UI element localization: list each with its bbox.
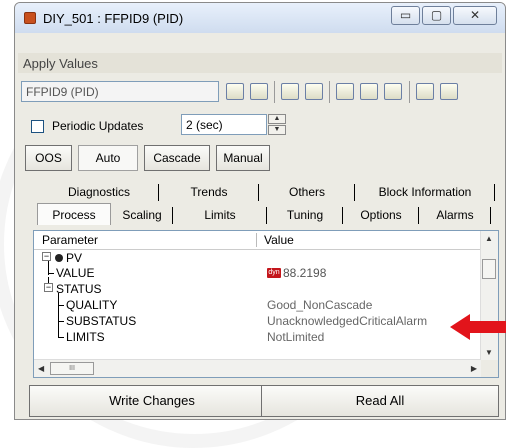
glasses-icon[interactable] bbox=[305, 83, 323, 100]
minimize-button[interactable]: ▭ bbox=[391, 6, 420, 25]
tree-row-value[interactable]: VALUE dyn 88.2198 bbox=[34, 261, 474, 281]
tree-label: QUALITY bbox=[66, 298, 118, 312]
detail-view-icon[interactable] bbox=[440, 83, 458, 100]
toolbar-separator bbox=[329, 81, 330, 103]
tab-limits[interactable]: Limits bbox=[173, 204, 267, 226]
horizontal-scroll-thumb[interactable]: III bbox=[50, 362, 94, 375]
block-tag-field[interactable]: FFPID9 (PID) bbox=[21, 81, 219, 102]
block-icon bbox=[24, 12, 36, 24]
tree-row-limits[interactable]: LIMITS NotLimited bbox=[34, 329, 474, 345]
tab-label: Trends bbox=[190, 185, 228, 199]
vertical-scrollbar[interactable]: ▲ ▼ bbox=[480, 231, 498, 360]
vertical-scroll-thumb[interactable] bbox=[482, 259, 496, 279]
read-all-button[interactable]: Read All bbox=[261, 385, 499, 417]
value-column-header[interactable]: Value bbox=[264, 233, 294, 247]
scroll-up-icon[interactable]: ▲ bbox=[485, 234, 493, 243]
tree-label: LIMITS bbox=[66, 330, 105, 344]
parameter-dot-icon bbox=[55, 254, 63, 262]
tree-row-quality[interactable]: QUALITY Good_NonCascade bbox=[34, 293, 474, 337]
tree-label: STATUS bbox=[56, 282, 102, 296]
tab-trends[interactable]: Trends bbox=[159, 181, 259, 203]
menu-bar: Apply Values bbox=[18, 53, 502, 73]
tree-icon[interactable] bbox=[281, 83, 299, 100]
tab-label: Block Information bbox=[378, 185, 472, 199]
tab-block-information[interactable]: Block Information bbox=[355, 181, 495, 203]
close-button[interactable]: ✕ bbox=[453, 6, 497, 25]
cell-value: UnacknowledgedCriticalAlarm bbox=[267, 314, 428, 328]
stepper-up-icon[interactable]: ▲ bbox=[268, 114, 286, 124]
tab-scaling[interactable]: Scaling bbox=[111, 204, 173, 226]
dots-icon[interactable] bbox=[384, 83, 402, 100]
cell-value: Good_NonCascade bbox=[267, 298, 373, 312]
column-divider[interactable] bbox=[256, 233, 257, 247]
interval-stepper[interactable]: ▲ ▼ bbox=[268, 114, 286, 135]
scroll-left-icon[interactable]: ◀ bbox=[38, 364, 44, 373]
tab-label: Limits bbox=[204, 208, 236, 222]
cell-value: 88.2198 bbox=[283, 266, 327, 280]
arrow-shape bbox=[450, 314, 506, 340]
parameter-column-header[interactable]: Parameter bbox=[42, 233, 98, 247]
toolbar-separator bbox=[274, 81, 275, 103]
interval-input[interactable]: 2 (sec) bbox=[181, 114, 267, 135]
horizontal-scrollbar[interactable]: ◀ III ▶ bbox=[34, 359, 481, 377]
block-icon[interactable] bbox=[226, 83, 244, 100]
list-view-icon[interactable] bbox=[416, 83, 434, 100]
block-edit-icon[interactable] bbox=[250, 83, 268, 100]
tab-diagnostics[interactable]: Diagnostics bbox=[39, 181, 159, 203]
scroll-corner bbox=[481, 360, 498, 377]
tab-label: Options bbox=[360, 208, 402, 222]
tab-process[interactable]: Process bbox=[37, 203, 111, 225]
tree-row-pv[interactable]: − PV bbox=[34, 250, 474, 266]
collapse-icon[interactable]: − bbox=[44, 283, 53, 292]
tab-others[interactable]: Others bbox=[259, 181, 355, 203]
tab-options[interactable]: Options bbox=[343, 204, 419, 226]
apply-values-menu[interactable]: Apply Values bbox=[23, 56, 98, 71]
title-bar[interactable]: DIY_501 : FFPID9 (PID) ▭ ▢ ✕ bbox=[15, 3, 505, 33]
chart-icon[interactable] bbox=[336, 83, 354, 100]
stepper-down-icon[interactable]: ▼ bbox=[268, 125, 286, 135]
tab-label: Scaling bbox=[122, 208, 162, 222]
periodic-updates-checkbox[interactable] bbox=[31, 120, 44, 133]
pid-block-window: DIY_501 : FFPID9 (PID) ▭ ▢ ✕ Apply Value… bbox=[14, 2, 506, 420]
periodic-updates-label: Periodic Updates bbox=[52, 119, 144, 133]
manual-button[interactable]: Manual bbox=[216, 145, 270, 171]
dynamic-value-icon: dyn bbox=[267, 268, 281, 278]
oos-button[interactable]: OOS bbox=[25, 145, 72, 171]
tab-label: Diagnostics bbox=[67, 185, 131, 199]
tree-label: VALUE bbox=[56, 266, 95, 280]
tab-label: Others bbox=[288, 185, 325, 199]
parameter-grid: Parameter Value − PV VALUE dyn 88.2198 −… bbox=[33, 230, 499, 378]
tree-row-status[interactable]: − STATUS bbox=[34, 277, 474, 297]
cell-value: NotLimited bbox=[267, 330, 325, 344]
tab-alarms[interactable]: Alarms bbox=[419, 204, 491, 226]
tab-tuning[interactable]: Tuning bbox=[267, 204, 343, 226]
tree-label: PV bbox=[66, 251, 83, 265]
collapse-icon[interactable]: − bbox=[42, 252, 51, 261]
scroll-down-icon[interactable]: ▼ bbox=[485, 348, 493, 357]
maximize-button[interactable]: ▢ bbox=[422, 6, 451, 25]
highlight-arrow-icon bbox=[450, 314, 506, 340]
auto-button[interactable]: Auto bbox=[78, 145, 138, 171]
cascade-button[interactable]: Cascade bbox=[144, 145, 210, 171]
grid-header: Parameter Value bbox=[34, 231, 481, 250]
tab-label: Tuning bbox=[286, 208, 324, 222]
tree-row-substatus[interactable]: SUBSTATUS UnacknowledgedCriticalAlarm bbox=[34, 313, 474, 329]
tab-label: Process bbox=[52, 208, 96, 222]
network-icon[interactable] bbox=[360, 83, 378, 100]
scroll-right-icon[interactable]: ▶ bbox=[471, 364, 477, 373]
tree-label: SUBSTATUS bbox=[66, 314, 137, 328]
window-title: DIY_501 : FFPID9 (PID) bbox=[43, 11, 184, 26]
write-changes-button[interactable]: Write Changes bbox=[29, 385, 275, 417]
toolbar: FFPID9 (PID) bbox=[18, 77, 502, 107]
tab-label: Alarms bbox=[436, 208, 474, 222]
toolbar-separator bbox=[409, 81, 410, 103]
